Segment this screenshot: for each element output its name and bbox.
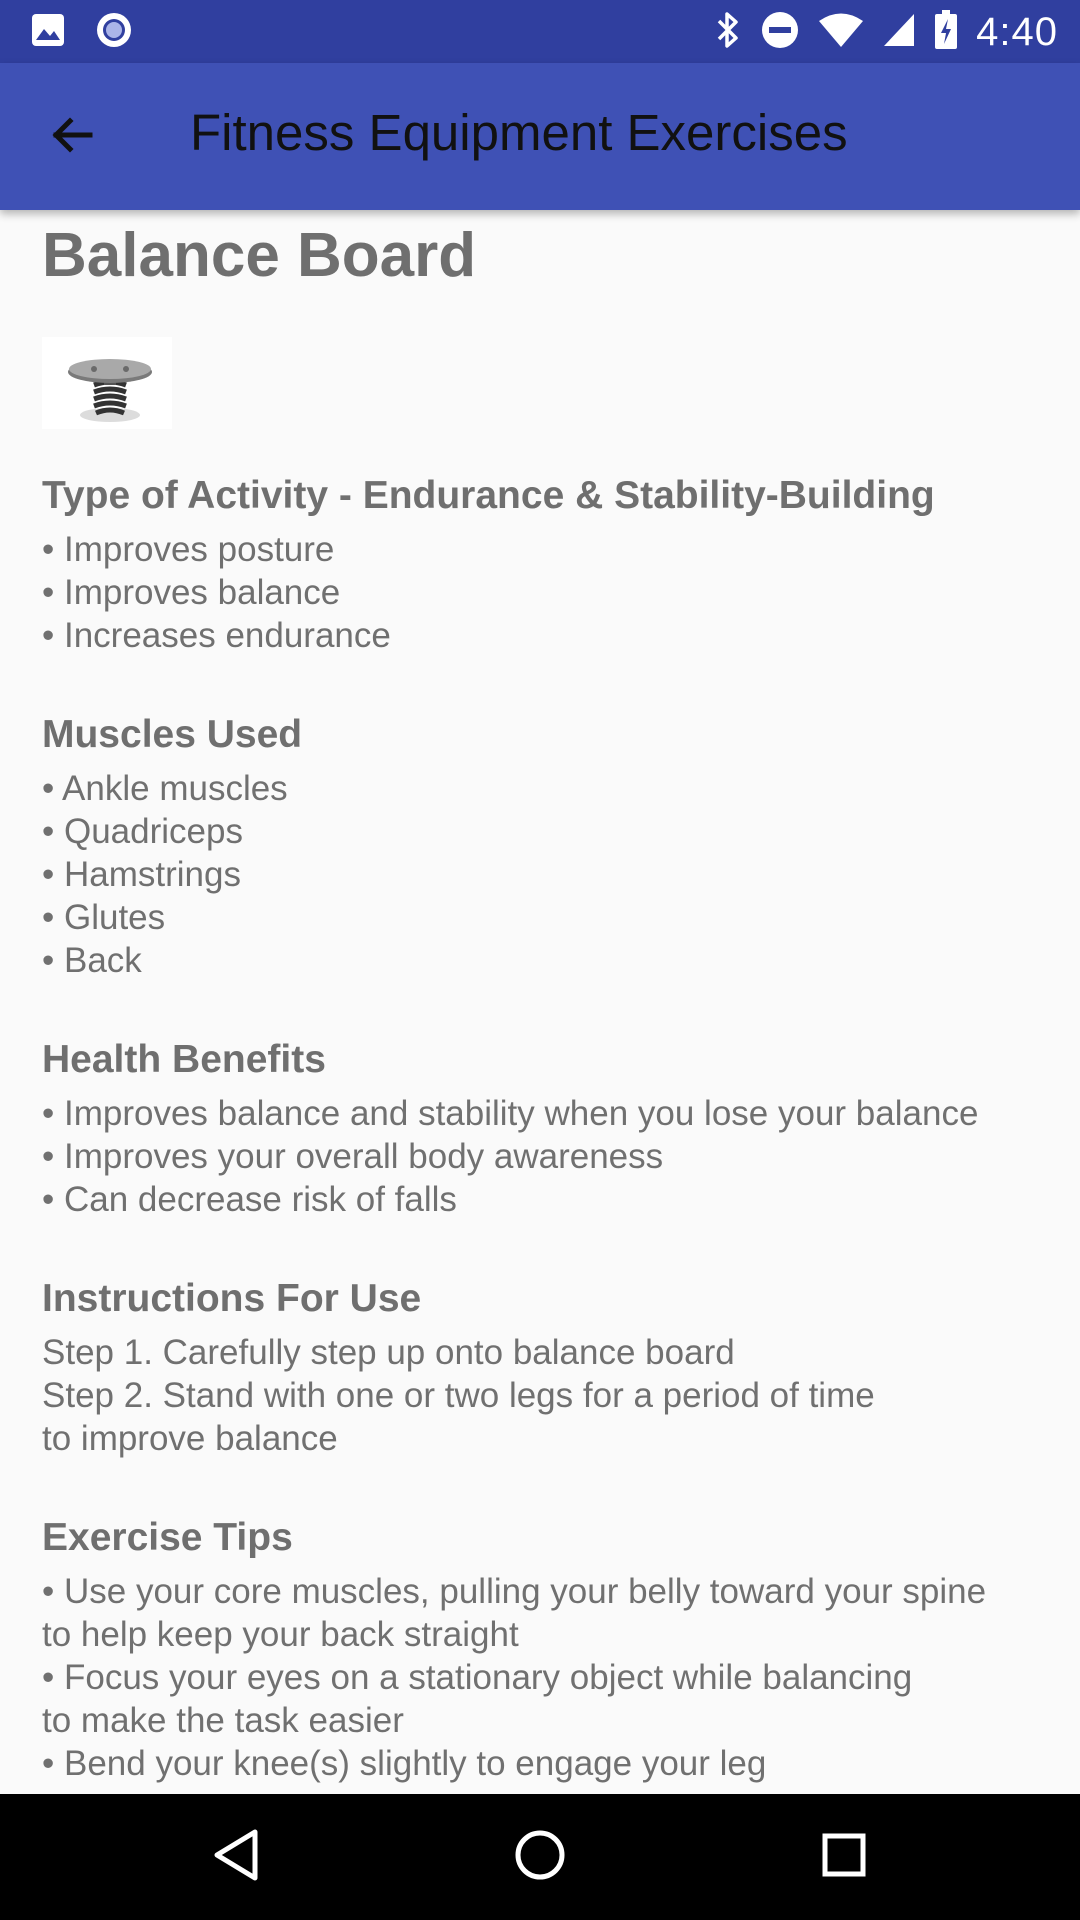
arrow-back-icon [48, 111, 96, 163]
status-bar: 4:40 [0, 0, 1080, 63]
circle-dot-icon [94, 10, 134, 54]
tips-line: • Focus your eyes on a stationary object… [42, 1658, 913, 1697]
activity-heading: Type of Activity - Endurance & Stability… [42, 474, 935, 517]
activity-line: • Increases endurance [42, 616, 391, 655]
benefits-heading: Health Benefits [42, 1038, 326, 1081]
home-circle-icon [513, 1828, 567, 1886]
tips-heading: Exercise Tips [42, 1516, 293, 1559]
page-title: Balance Board [42, 221, 477, 290]
instructions-section: Instructions For Use Step 1. Carefully s… [42, 1277, 1050, 1460]
nav-back-button[interactable] [206, 1827, 266, 1887]
muscles-section: Muscles Used • Ankle muscles • Quadricep… [42, 713, 1050, 982]
back-button[interactable] [42, 107, 102, 167]
balance-board-image [42, 337, 172, 429]
activity-line: • Improves posture [42, 530, 335, 569]
cell-signal-icon [882, 12, 916, 52]
instructions-line: Step 2. Stand with one or two legs for a… [42, 1376, 875, 1415]
status-right-icons: 4:40 [714, 8, 1058, 56]
app-title: Fitness Equipment Exercises [190, 104, 848, 161]
muscles-heading: Muscles Used [42, 713, 303, 756]
do-not-disturb-icon [760, 10, 800, 54]
nav-recents-button[interactable] [814, 1827, 874, 1887]
content-scroll[interactable]: Balance Board Type of Activity - Enduran… [0, 210, 1080, 1794]
tips-line: to make the task easier [42, 1701, 404, 1740]
nav-home-button[interactable] [510, 1827, 570, 1887]
instructions-line: to improve balance [42, 1419, 338, 1458]
tips-section: Exercise Tips • Use your core muscles, p… [42, 1516, 1050, 1785]
benefits-line: • Improves balance and stability when yo… [42, 1094, 979, 1133]
benefits-section: Health Benefits • Improves balance and s… [42, 1038, 1050, 1221]
back-triangle-icon [211, 1828, 261, 1886]
app-bar: Fitness Equipment Exercises [0, 63, 1080, 210]
tips-line: • Bend your knee(s) slightly to engage y… [42, 1744, 767, 1783]
benefits-line: • Can decrease risk of falls [42, 1180, 457, 1219]
status-time: 4:40 [976, 9, 1058, 54]
tips-line: • Use your core muscles, pulling your be… [42, 1572, 987, 1611]
instructions-line: Step 1. Carefully step up onto balance b… [42, 1333, 735, 1372]
bluetooth-icon [714, 10, 742, 54]
tips-line: to help keep your back straight [42, 1615, 519, 1654]
muscles-line: • Ankle muscles [42, 769, 288, 808]
activity-line: • Improves balance [42, 573, 341, 612]
wifi-icon [818, 12, 864, 52]
status-left-icons [30, 12, 134, 52]
muscles-line: • Back [42, 941, 142, 980]
recents-square-icon [819, 1830, 869, 1884]
battery-charging-icon [934, 10, 958, 54]
navigation-bar [0, 1794, 1080, 1920]
image-icon [30, 12, 66, 52]
instructions-heading: Instructions For Use [42, 1277, 422, 1320]
benefits-line: • Improves your overall body awareness [42, 1137, 664, 1176]
muscles-line: • Glutes [42, 898, 166, 937]
muscles-line: • Quadriceps [42, 812, 243, 851]
activity-section: Type of Activity - Endurance & Stability… [42, 474, 1050, 657]
muscles-line: • Hamstrings [42, 855, 241, 894]
